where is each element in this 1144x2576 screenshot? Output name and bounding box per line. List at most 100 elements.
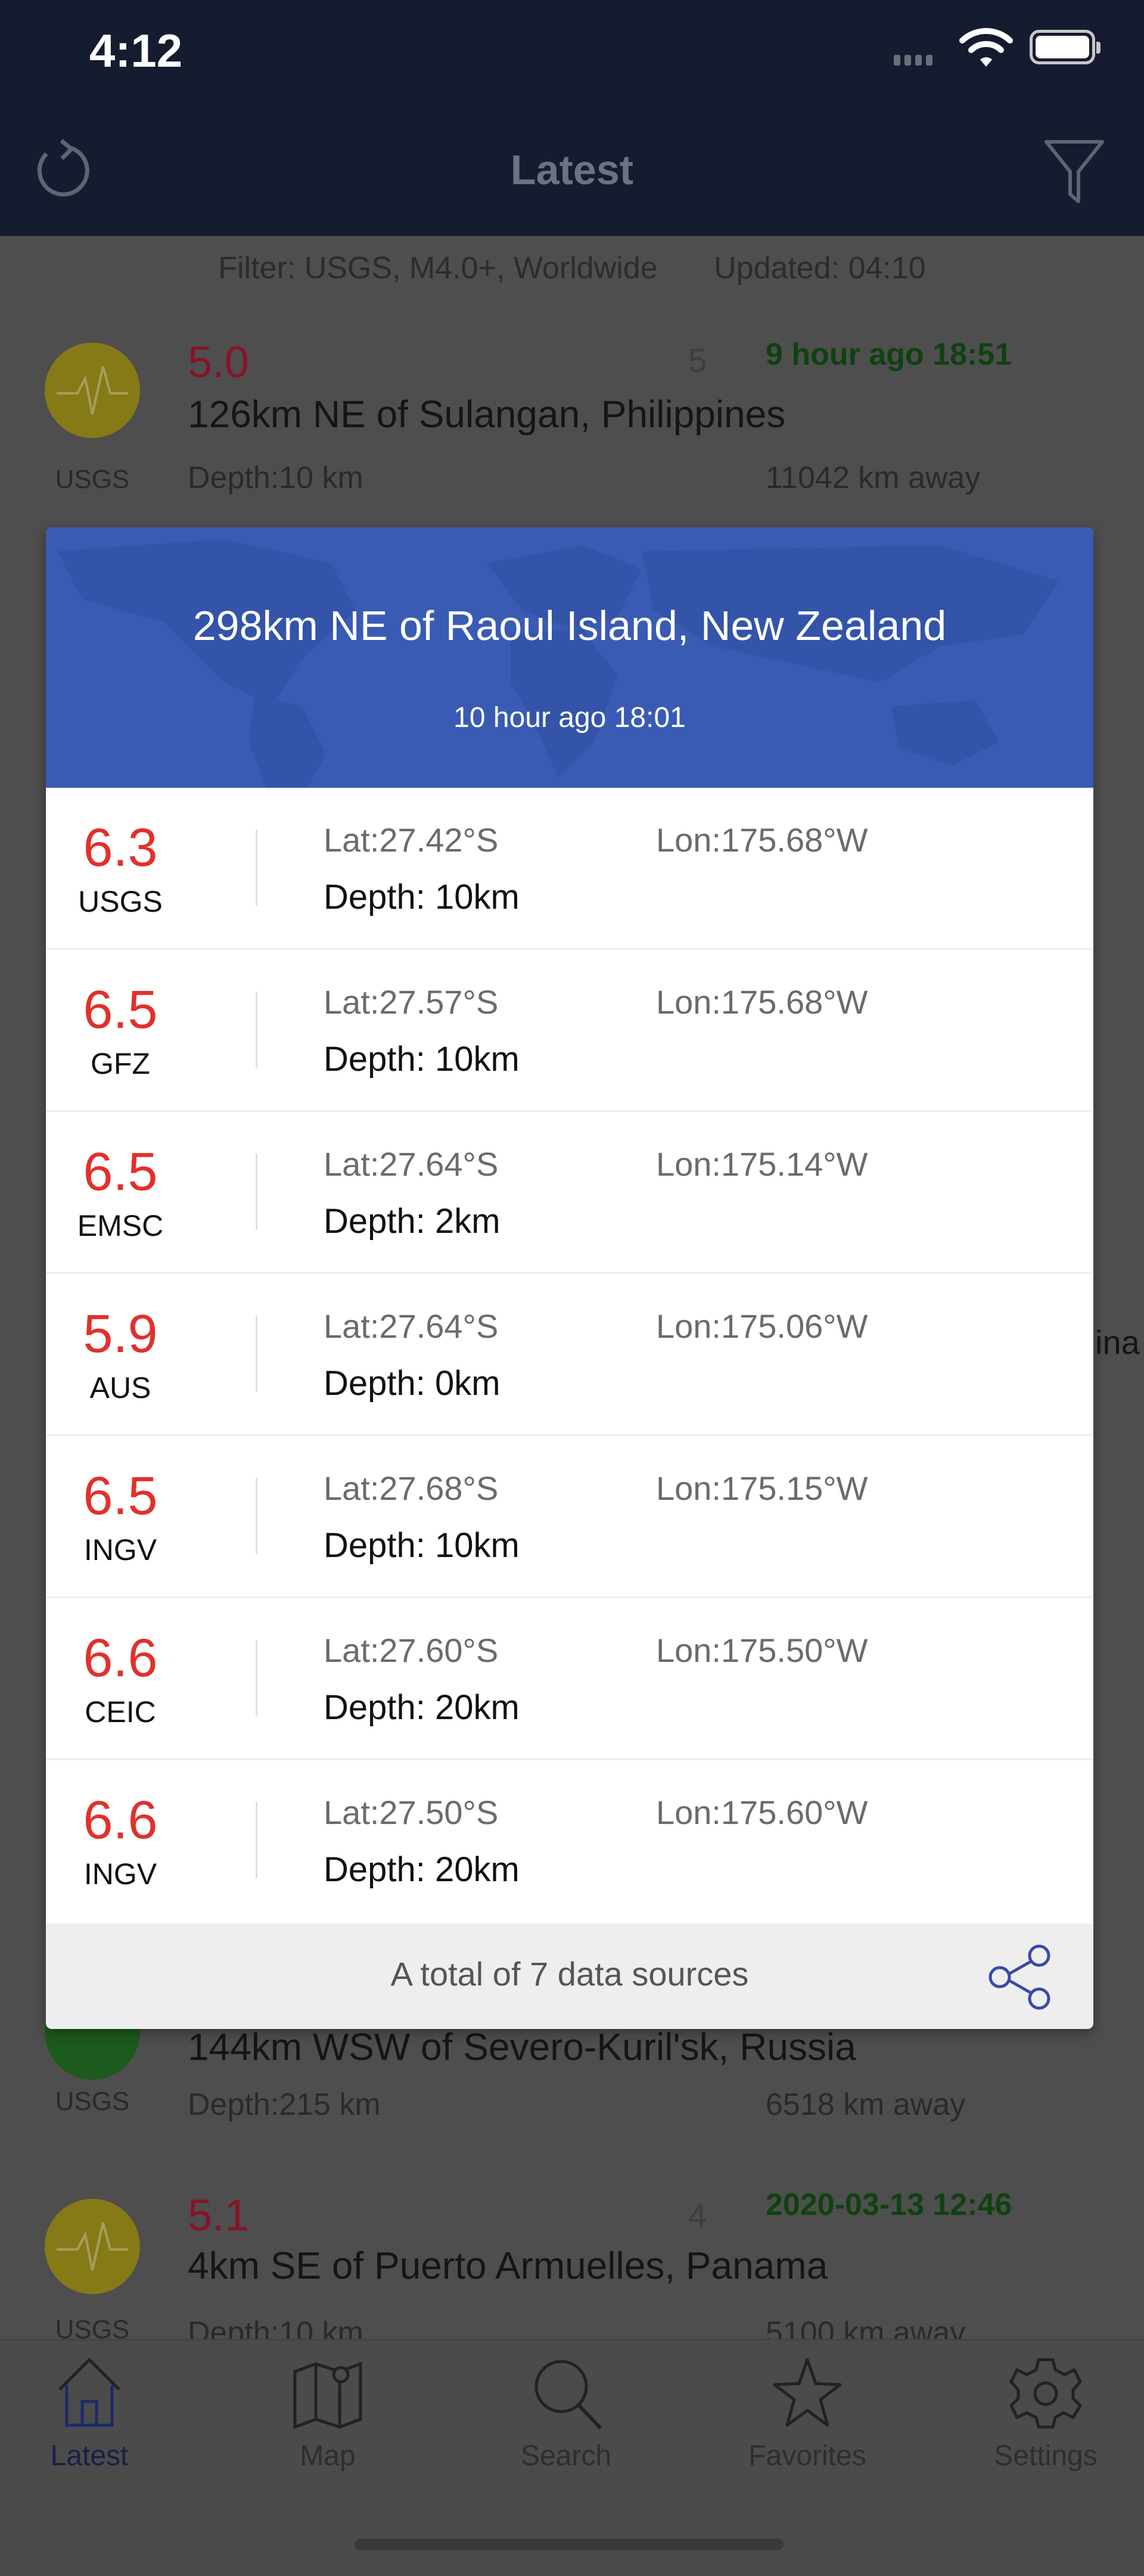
source-magnitude: 6.5 [83, 980, 158, 1040]
status-time: 4:12 [89, 24, 183, 77]
tab-latest[interactable]: Latest [0, 2351, 179, 2472]
page-title: Latest [510, 147, 634, 193]
filter-funnel-icon[interactable] [1042, 135, 1107, 206]
item-depth: Depth:10 km [188, 2316, 363, 2339]
source-agency: INGV [83, 1533, 157, 1567]
source-magnitude: 6.6 [83, 1629, 158, 1688]
item-place: 4km SE of Puerto Armuelles, Panama [188, 2244, 828, 2287]
search-icon [534, 2360, 602, 2430]
source-agency: CEIC [85, 1695, 156, 1729]
source-agency: AUS [89, 1371, 151, 1404]
popup-header: 298km NE of Raoul Island, New Zealand 10… [46, 527, 1093, 788]
tab-label: Latest [50, 2440, 129, 2472]
source-latitude: Lat:27.68°S [324, 1469, 499, 1507]
item-source: USGS [55, 2315, 130, 2339]
tab-map[interactable]: Map [238, 2351, 417, 2472]
filter-summary: Filter: USGS, M4.0+, Worldwide Updated: … [0, 250, 1144, 286]
source-depth: Depth: 20km [324, 1850, 520, 1889]
source-latitude: Lat:27.50°S [324, 1794, 499, 1831]
source-longitude: Lon:175.06°W [656, 1307, 868, 1345]
item-distance: 6518 km away [766, 2087, 966, 2122]
tab-search[interactable]: Search [477, 2351, 655, 2472]
star-icon [773, 2358, 842, 2427]
row-divider [256, 1478, 257, 1554]
source-magnitude: 6.5 [83, 1142, 158, 1202]
source-agency: GFZ [91, 1047, 150, 1080]
source-latitude: Lat:27.64°S [324, 1145, 499, 1183]
row-divider [256, 1640, 257, 1716]
gear-icon [1009, 2358, 1082, 2429]
row-divider [256, 992, 257, 1068]
source-row[interactable]: 6.5 INGV Lat:27.68°S Lon:175.15°W Depth:… [46, 1436, 1093, 1598]
share-icon[interactable] [984, 1941, 1056, 2013]
data-source-total: A total of 7 data sources [390, 1955, 749, 1993]
popup-footer: A total of 7 data sources [46, 1924, 1093, 2029]
source-depth: Depth: 10km [324, 1040, 520, 1079]
item-source: USGS [55, 465, 130, 494]
item-magnitude: 5.0 [188, 337, 249, 387]
source-magnitude: 5.9 [83, 1304, 158, 1364]
item-depth: Depth:215 km [188, 2087, 381, 2122]
popup-title: 298km NE of Raoul Island, New Zealand [192, 602, 947, 649]
seismograph-icon [45, 2199, 140, 2294]
item-distance: 11042 km away [766, 461, 981, 495]
seismograph-icon [45, 343, 140, 438]
source-row[interactable]: 6.6 INGV Lat:27.50°S Lon:175.60°W Depth:… [46, 1760, 1093, 1922]
source-longitude: Lon:175.50°W [656, 1632, 868, 1669]
item-magnitude: 5.1 [188, 2190, 249, 2240]
source-longitude: Lon:175.68°W [656, 821, 868, 859]
item-time: 2020-03-13 12:46 [766, 2187, 1012, 2222]
occluded-place-fragment: ina [1095, 1323, 1140, 1361]
source-agency: INGV [83, 1857, 157, 1891]
source-longitude: Lon:175.68°W [656, 983, 868, 1021]
home-indicator [355, 2538, 784, 2550]
source-row[interactable]: 6.5 GFZ Lat:27.57°S Lon:175.68°W Depth: … [46, 950, 1093, 1112]
row-divider [256, 829, 257, 906]
source-depth: Depth: 10km [324, 878, 520, 916]
item-time: 9 hour ago 18:51 [766, 337, 1012, 372]
item-source: USGS [55, 2087, 130, 2116]
item-depth: Depth:10 km [188, 461, 363, 495]
tab-settings[interactable]: Settings [956, 2351, 1135, 2472]
row-divider [256, 1154, 257, 1230]
source-latitude: Lat:27.60°S [324, 1632, 499, 1669]
item-source-count: 5 [688, 341, 707, 379]
source-agency: EMSC [77, 1209, 164, 1242]
source-magnitude: 6.5 [83, 1466, 158, 1526]
updated-text: Updated: 04:10 [714, 251, 926, 285]
item-source-count: 4 [688, 2196, 707, 2234]
battery-icon [1030, 30, 1095, 64]
source-rows: 6.3 USGS Lat:27.42°S Lon:175.68°W Depth:… [46, 788, 1093, 1922]
source-magnitude: 6.3 [83, 818, 158, 878]
tab-label: Map [300, 2440, 356, 2472]
battery-nub [1096, 42, 1101, 54]
item-place: 126km NE of Sulangan, Philippines [188, 393, 786, 436]
source-agency: USGS [78, 885, 163, 918]
sources-popup: 298km NE of Raoul Island, New Zealand 10… [46, 527, 1093, 2029]
row-divider [256, 1316, 257, 1392]
source-row[interactable]: 6.5 EMSC Lat:27.64°S Lon:175.14°W Depth:… [46, 1112, 1093, 1274]
tab-favorites[interactable]: Favorites [718, 2351, 897, 2472]
wifi-icon [959, 28, 1013, 67]
cellular-signal-icon [894, 55, 937, 69]
source-latitude: Lat:27.42°S [324, 821, 499, 859]
quake-list-item[interactable]: USGS 5.0 5 9 hour ago 18:51 126km NE of … [0, 322, 1144, 518]
source-latitude: Lat:27.57°S [324, 983, 499, 1021]
item-place: 144km WSW of Severo-Kuril'sk, Russia [188, 2025, 856, 2068]
source-row[interactable]: 6.3 USGS Lat:27.42°S Lon:175.68°W Depth:… [46, 788, 1093, 950]
source-row[interactable]: 5.9 AUS Lat:27.64°S Lon:175.06°W Depth: … [46, 1274, 1093, 1436]
filter-text: Filter: USGS, M4.0+, Worldwide [218, 251, 658, 285]
source-magnitude: 6.6 [83, 1791, 158, 1850]
source-depth: Depth: 0km [324, 1364, 500, 1403]
source-longitude: Lon:175.15°W [656, 1469, 868, 1507]
source-latitude: Lat:27.64°S [324, 1307, 499, 1345]
quake-list-item[interactable]: 5.1 4 2020-03-13 12:46 4km SE of Puerto … [0, 2181, 1144, 2339]
source-longitude: Lon:175.14°W [656, 1145, 868, 1183]
map-icon [293, 2361, 362, 2429]
tab-label: Settings [994, 2440, 1098, 2472]
item-distance: 5100 km away [766, 2316, 966, 2339]
tab-label: Favorites [748, 2440, 866, 2472]
home-icon [58, 2357, 120, 2427]
source-row[interactable]: 6.6 CEIC Lat:27.60°S Lon:175.50°W Depth:… [46, 1598, 1093, 1760]
row-divider [256, 1802, 257, 1878]
